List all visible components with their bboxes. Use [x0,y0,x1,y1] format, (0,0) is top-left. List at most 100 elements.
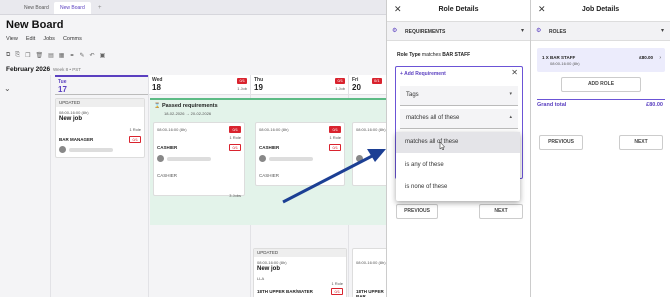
role-row[interactable]: 1 X BAR STAFF 08:00-16:00 (8h) £80.00 › [537,48,665,72]
assignee-placeholder [269,156,313,161]
role-type-value: BAR STAFF [442,52,471,58]
menu-jobs[interactable]: Jobs [43,36,55,42]
board-title: New Board [6,19,64,31]
edit-icon[interactable]: ✎ [80,52,85,59]
previous-button[interactable]: PREVIOUS [396,204,438,219]
menu-bar: View Edit Jobs Comms [6,36,82,42]
card-role-count: 1 Role [129,127,141,132]
option-is-none[interactable]: is none of these [396,177,520,198]
previous-button[interactable]: PREVIOUS [539,135,583,150]
grid-icon[interactable]: ▦ [59,52,65,59]
job-card[interactable]: UPDATED 08:00-16:00 (8h) New job 1 Role … [55,98,145,158]
chevron-down-icon[interactable]: ▾ [661,27,664,34]
role-price: £80.00 [639,55,653,60]
day-number: 20 [352,83,361,92]
layers-icon[interactable]: ▤ [48,52,54,59]
day-header[interactable]: Wed 18 0/1 1 Job [149,75,250,95]
section-label: ROLES [549,29,567,35]
role-type-rule: Role Type matches BAR STAFF [397,52,470,58]
panel-title: Role Details [438,6,479,13]
match-select[interactable]: matches all of these ▴ [400,109,518,129]
day-fill-badge: 0/1 [372,78,382,84]
job-details-panel: ✕ Job Details ⚙ ROLES ▾ 1 X BAR STAFF 08… [530,0,670,297]
panel-title: Job Details [581,6,620,13]
card-role-count: 1 Role [331,281,343,286]
day-fill-badge: 0/1 [237,78,247,84]
day-fill-badge: 0/1 [335,78,345,84]
field-select[interactable]: Tags ▾ [400,86,518,106]
card-assignee[interactable] [259,155,313,162]
card-time: 08:00-16:00 (8h) [356,127,386,132]
menu-edit[interactable]: Edit [26,36,35,42]
board-area: New Board New Board + New Board View Edi… [0,0,386,297]
day-column-tue: Tue 17 0/1 1 Job UPDATED 08:00-16:00 (8h… [50,75,173,297]
card-role-name: CASHIER [259,145,280,150]
tab-board-2[interactable]: New Board [54,2,91,14]
day-number: 18 [152,83,161,92]
cursor-icon [439,142,445,150]
copy-icon[interactable]: ⧉ [6,52,10,59]
menu-view[interactable]: View [6,36,18,42]
calendar-icon[interactable]: ▣ [100,52,106,59]
chevron-down-icon[interactable]: ▾ [521,27,524,34]
menu-comms[interactable]: Comms [63,36,82,42]
job-card[interactable]: UPDATED 08:00-16:00 (8h) New job LLA 1 R… [253,248,347,297]
card-assignee[interactable] [157,155,211,162]
card-assignee[interactable] [59,146,113,153]
delete-icon[interactable]: 🗑 [36,52,44,59]
option-matches-all[interactable]: matches all of these [396,132,520,153]
section-label: REQUIREMENTS [405,29,446,35]
day-header[interactable]: Thu 19 0/1 1 Job [251,75,348,95]
card-job-name: New job [257,266,281,272]
next-button[interactable]: NEXT [619,135,663,150]
card-role-name: CASHIER [157,145,178,150]
add-requirement-label: Add Requirement [404,71,446,77]
link-icon[interactable]: ⚭ [69,52,74,59]
add-role-button[interactable]: ADD ROLE [561,77,641,92]
card-assignee[interactable] [356,155,363,162]
duplicate-icon[interactable]: ❐ [25,52,30,59]
card-time: 08:00-16:00 (8h) [356,260,386,265]
card-fill-badge: 0/1 [229,126,241,133]
card-time: 08:00-16:00 (8h) [259,127,289,132]
avatar [59,146,66,153]
role-type-operator: matches [421,52,441,58]
chevron-right-icon[interactable]: › [659,55,661,61]
undo-icon[interactable]: ↶ [90,52,95,59]
assignee-placeholder [167,156,211,161]
paste-icon[interactable]: ⎘ [15,52,20,59]
toolbar: ⧉ ⎘ ❐ 🗑 ▤ ▦ ⚭ ✎ ↶ ▣ [6,52,105,59]
card-time: 08:00-16:00 (8h) [59,110,89,115]
new-tab-button[interactable]: + [92,2,108,14]
option-is-any[interactable]: is any of these [396,155,520,176]
add-requirement-title: + Add Requirement [400,71,446,77]
role-time: 08:00-16:00 (8h) [550,61,580,66]
roles-section-header[interactable]: ⚙ ROLES ▾ [531,21,670,41]
tab-board-1[interactable]: New Board [18,2,55,14]
card-job-name: New job [59,116,83,122]
avatar [356,155,363,162]
week-label: Week 8 • PST [53,67,82,72]
next-button[interactable]: NEXT [479,204,523,219]
job-card[interactable]: 08:00-16:00 (8h) [352,122,386,186]
day-number: 19 [254,83,263,92]
collapse-icon[interactable]: ⌄ [4,84,11,93]
card-location: LLA [257,276,265,281]
day-number: 17 [58,85,67,94]
role-qty-name: 1 X BAR STAFF [542,55,575,60]
job-card[interactable]: 08:00-16:00 (8h) 18TH UPPER BAR [352,248,386,297]
card-role-name: 18TH UPPER BAR [356,289,384,297]
avatar [259,155,266,162]
close-icon[interactable]: ✕ [511,68,518,77]
card-role-fill: 0/1 [129,136,141,143]
job-card[interactable]: 08:00-16:00 (8h) 0/1 1 Role CASHIER 0/1 … [153,122,245,198]
requirements-section-header[interactable]: ⚙ REQUIREMENTS ▾ [387,21,530,41]
card-time: 08:00-16:00 (8h) [157,127,187,132]
grand-total-row: Grand total £80.00 [537,99,665,108]
chevron-up-icon: ▴ [509,114,512,120]
day-header[interactable]: Fri 20 0/1 [349,75,386,95]
job-card[interactable]: 08:00-16:00 (8h) 0/1 1 Role CASHIER 0/1 … [255,122,345,186]
grand-total-label: Grand total [537,102,567,108]
card-status-band: UPDATED [56,99,144,107]
card-jobs-count: 3 Jobs [229,193,241,198]
